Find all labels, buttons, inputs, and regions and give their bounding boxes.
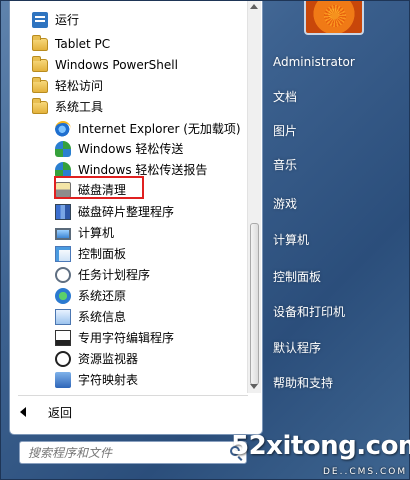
program-item-label: 磁盘碎片整理程序 xyxy=(78,205,175,219)
right-item-administrator[interactable]: Administrator xyxy=(273,51,355,73)
right-item-default-programs[interactable]: 默认程序 xyxy=(273,337,321,359)
right-item-games[interactable]: 游戏 xyxy=(273,193,297,215)
program-item[interactable]: Windows PowerShell xyxy=(10,54,246,75)
folder-icon xyxy=(32,77,48,93)
right-item-devices-printers[interactable]: 设备和打印机 xyxy=(273,301,345,323)
search-input[interactable] xyxy=(20,442,220,463)
program-item-label: Tablet PC xyxy=(55,36,111,51)
disk-defragmenter-icon xyxy=(55,203,71,220)
right-item-help-support[interactable]: 帮助和支持 xyxy=(273,372,333,394)
right-item-control-panel[interactable]: 控制面板 xyxy=(273,266,321,288)
program-item[interactable]: 磁盘碎片整理程序 xyxy=(10,201,246,222)
folder-icon xyxy=(32,35,48,51)
right-item-pictures[interactable]: 图片 xyxy=(273,120,297,142)
program-item-label: 运行 xyxy=(55,13,80,27)
program-item[interactable]: Windows 轻松传送 xyxy=(10,138,246,159)
right-item-music[interactable]: 音乐 xyxy=(273,154,297,176)
program-item[interactable]: 控制面板 xyxy=(10,243,246,264)
internet-explorer-icon xyxy=(55,120,71,137)
program-item-label: 计算机 xyxy=(78,226,115,240)
program-item[interactable]: 专用字符编辑程序 xyxy=(10,327,246,348)
system-restore-icon xyxy=(55,287,71,304)
right-item-computer[interactable]: 计算机 xyxy=(273,229,309,251)
program-item-label: 字符映射表 xyxy=(78,373,139,387)
program-item-label: Internet Explorer (无加载项) xyxy=(78,122,241,136)
program-item[interactable]: 系统还原 xyxy=(10,285,246,306)
character-map-icon xyxy=(55,371,71,388)
program-item[interactable]: 字符映射表 xyxy=(10,369,246,390)
easy-transfer-icon xyxy=(55,140,71,157)
program-item-label: 资源监视器 xyxy=(78,352,139,366)
program-item[interactable]: 资源监视器 xyxy=(10,348,246,369)
scrollbar[interactable] xyxy=(247,1,261,393)
user-avatar[interactable] xyxy=(304,1,364,35)
back-button[interactable]: 返回 xyxy=(20,402,72,422)
computer-icon xyxy=(55,227,71,240)
divider xyxy=(18,395,248,396)
programs-pane: 运行 Tablet PC Windows PowerShell 轻松访问系统工具 Int… xyxy=(9,1,263,435)
program-item[interactable]: Tablet PC xyxy=(10,33,246,54)
program-item-label: Windows PowerShell xyxy=(55,57,178,72)
program-item[interactable]: 系统工具 xyxy=(10,96,246,117)
back-label: 返回 xyxy=(48,405,73,420)
start-menu: 运行 Tablet PC Windows PowerShell 轻松访问系统工具 Int… xyxy=(0,0,410,480)
program-item[interactable]: 计算机 xyxy=(10,222,246,243)
task-scheduler-icon xyxy=(55,266,71,283)
program-item[interactable]: 轻松访问 xyxy=(10,75,246,96)
run-icon xyxy=(32,11,48,28)
back-arrow-icon xyxy=(20,407,26,417)
resource-monitor-icon xyxy=(55,350,71,367)
right-item-documents[interactable]: 文档 xyxy=(273,86,297,108)
program-item[interactable]: Internet Explorer (无加载项) xyxy=(10,118,246,139)
program-item-label: 轻松访问 xyxy=(55,79,104,93)
watermark-logo: 52xitong.com xyxy=(231,431,410,461)
watermark-sub: DE..CMS.COM xyxy=(323,467,408,477)
program-item[interactable]: 系统信息 xyxy=(10,306,246,327)
program-item-label: 专用字符编辑程序 xyxy=(78,331,175,345)
control-panel-icon xyxy=(55,245,71,262)
program-item[interactable]: 任务计划程序 xyxy=(10,264,246,285)
search-box[interactable] xyxy=(19,441,247,464)
private-character-editor-icon xyxy=(55,329,71,346)
highlight-box xyxy=(54,176,144,199)
folder-icon xyxy=(32,56,48,72)
program-item-label: 任务计划程序 xyxy=(78,268,151,282)
program-item-label: 控制面板 xyxy=(78,247,127,261)
program-item-label: 系统信息 xyxy=(78,310,127,324)
folder-icon xyxy=(32,98,48,114)
scroll-down-arrow-icon[interactable] xyxy=(250,384,258,389)
scroll-up-arrow-icon[interactable] xyxy=(250,4,258,9)
program-item-label: Windows 轻松传送 xyxy=(78,142,184,156)
program-item-label: 系统工具 xyxy=(55,100,104,114)
program-item[interactable]: 运行 xyxy=(10,9,246,30)
system-info-icon xyxy=(55,308,71,325)
program-item-label: 系统还原 xyxy=(78,289,127,303)
scrollbar-thumb[interactable] xyxy=(250,223,259,385)
